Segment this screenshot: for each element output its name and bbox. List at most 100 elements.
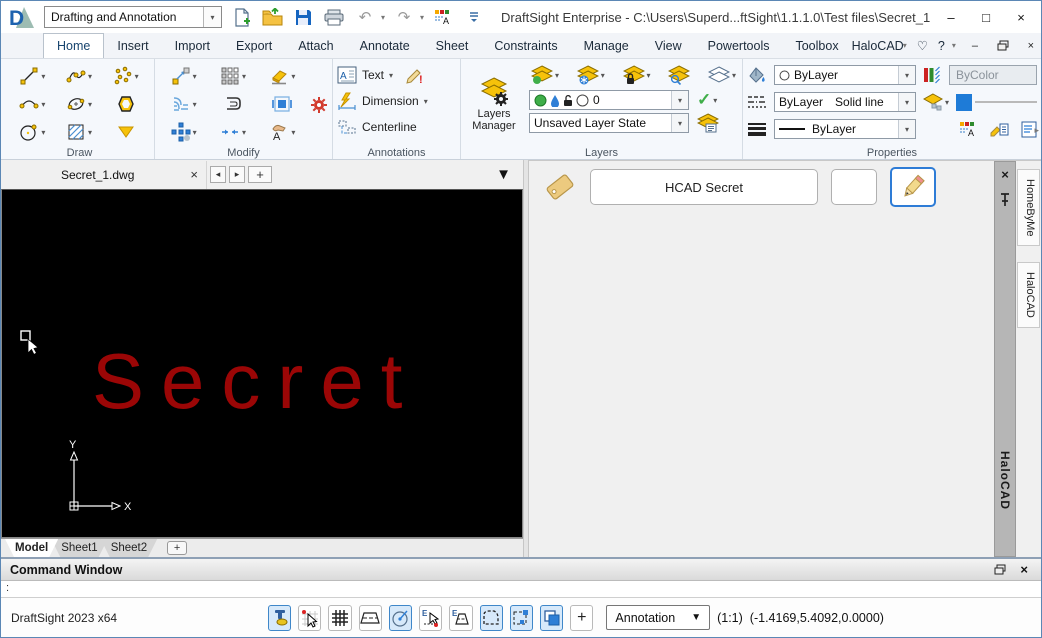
grid-snap-toggle[interactable] — [298, 605, 321, 631]
pattern-button[interactable]: ▾ — [220, 66, 246, 86]
line-weight-combobox[interactable]: ByLayer ▾ — [774, 119, 916, 139]
drawing-canvas[interactable]: Secret Y X — [1, 189, 523, 538]
chevron-down-icon[interactable]: ▾ — [193, 72, 197, 81]
chevron-down-icon[interactable]: ▾ — [389, 71, 393, 80]
tab-scroll-left-button[interactable]: ◂ — [210, 166, 226, 183]
dimension-tool-button[interactable] — [337, 92, 357, 110]
trim-button[interactable]: ▾ — [220, 122, 246, 142]
hatch-button[interactable]: ▾ — [66, 122, 92, 142]
add-sheet-button[interactable]: + — [167, 541, 187, 555]
undo-button[interactable]: ↶ — [353, 5, 377, 29]
chevron-down-icon[interactable]: ▾ — [291, 128, 295, 137]
layer-states-button[interactable]: ▾ — [708, 65, 736, 85]
centerline-tool-button[interactable] — [337, 118, 357, 136]
line-weight-icon[interactable] — [747, 122, 767, 136]
chevron-down-icon[interactable]: ▾ — [88, 128, 92, 137]
hcad-empty-field[interactable] — [831, 169, 877, 205]
fillet-button[interactable]: ▾ — [171, 94, 197, 114]
hcad-classification-field[interactable]: HCAD Secret — [590, 169, 818, 205]
tab-powertools[interactable]: Powertools — [695, 33, 783, 58]
chevron-down-icon[interactable]: ▾ — [671, 91, 688, 109]
tab-annotate[interactable]: Annotate — [347, 33, 423, 58]
chevron-down-icon[interactable]: ▾ — [203, 7, 221, 27]
point-button[interactable]: ▾ — [113, 66, 139, 86]
tab-view[interactable]: View — [642, 33, 695, 58]
layer-tools-button[interactable]: ▾ — [923, 93, 949, 111]
move-button[interactable]: ▾ — [171, 66, 197, 86]
command-input[interactable]: : — [1, 581, 1041, 597]
chevron-down-icon[interactable]: ▾ — [601, 71, 605, 80]
doc-restore-button[interactable] — [994, 37, 1012, 55]
show-grid-toggle[interactable] — [328, 605, 351, 631]
fill-color-icon[interactable] — [747, 66, 767, 84]
line-style-combobox[interactable]: ByLayer Solid line ▾ — [774, 92, 916, 112]
chevron-down-icon[interactable]: ▾ — [713, 96, 717, 105]
active-layer-combobox[interactable]: 0 ▾ — [529, 90, 689, 110]
document-list-dropdown-icon[interactable]: ▼ — [496, 166, 511, 183]
tab-attach[interactable]: Attach — [285, 33, 346, 58]
chevron-down-icon[interactable]: ▾ — [945, 98, 949, 107]
print-button[interactable] — [322, 5, 346, 29]
tab-import[interactable]: Import — [162, 33, 223, 58]
quick-edit-button[interactable] — [989, 121, 1009, 138]
close-icon[interactable]: × — [182, 167, 206, 182]
text-tool-button[interactable]: A — [337, 66, 357, 84]
apply-layer-button[interactable]: ✓ ▾ — [697, 90, 717, 110]
chevron-down-icon[interactable]: ▾ — [898, 120, 915, 138]
tab-homebyme[interactable]: HomeByMe — [1017, 169, 1040, 246]
tab-scroll-right-button[interactable]: ▸ — [229, 166, 245, 183]
chevron-down-icon[interactable]: ▾ — [291, 72, 295, 81]
tab-model[interactable]: Model — [5, 539, 58, 557]
centerline-tool-label[interactable]: Centerline — [362, 120, 417, 134]
entity-snap-toggle[interactable]: E — [419, 605, 442, 631]
selection-effects-toggle[interactable] — [510, 605, 533, 631]
spell-check-button[interactable]: ! — [406, 66, 424, 84]
open-file-button[interactable] — [260, 5, 284, 29]
ellipse-button[interactable]: ▾ — [66, 94, 92, 114]
layers-manager-button[interactable]: Layers Manager — [465, 62, 523, 145]
tab-sheet2[interactable]: Sheet2 — [101, 539, 157, 557]
tab-halocad-side[interactable]: HaloCAD — [1017, 262, 1040, 328]
tab-manage[interactable]: Manage — [571, 33, 642, 58]
erase-button[interactable]: ▾ — [269, 66, 295, 86]
close-command-button[interactable]: × — [1020, 562, 1028, 577]
line-style-icon[interactable] — [747, 95, 767, 109]
panel-close-button[interactable]: × — [1001, 170, 1009, 180]
overlap-entities-toggle[interactable] — [540, 605, 563, 631]
chevron-down-icon[interactable]: ▾ — [647, 71, 651, 80]
chevron-down-icon[interactable]: ▾ — [555, 71, 559, 80]
arc-button[interactable]: ▾ — [19, 94, 45, 114]
float-panel-button[interactable] — [994, 564, 1006, 575]
tab-halocad[interactable]: HaloCAD ▾ — [852, 39, 907, 53]
qat-overflow-button[interactable] — [462, 5, 486, 29]
entity-frames-toggle[interactable] — [480, 605, 503, 631]
redo-button[interactable]: ↷ — [392, 5, 416, 29]
pin-icon[interactable] — [999, 192, 1011, 207]
text-tool-label[interactable]: Text — [362, 68, 384, 82]
polygon-button[interactable] — [116, 94, 136, 114]
color-slider[interactable] — [956, 92, 1037, 112]
rich-line-icon[interactable] — [923, 66, 941, 84]
window-minimize-button[interactable]: – — [937, 5, 965, 29]
explode-button[interactable]: ▾ — [171, 122, 197, 142]
solid-button[interactable] — [116, 122, 136, 142]
ortho-toggle[interactable] — [359, 605, 382, 631]
chevron-down-icon[interactable]: ▾ — [41, 100, 45, 109]
window-maximize-button[interactable]: □ — [972, 5, 1000, 29]
chevron-down-icon[interactable]: ▾ — [41, 128, 45, 137]
polyline-button[interactable]: ▾ — [66, 66, 92, 86]
chevron-down-icon[interactable]: ▾ — [898, 93, 915, 111]
line-button[interactable]: ▾ — [19, 66, 45, 86]
interface-style-button[interactable]: A — [431, 5, 455, 29]
annotation-scale-dropdown[interactable]: Annotation ▼ — [606, 605, 710, 630]
chevron-down-icon[interactable]: ▾ — [242, 72, 246, 81]
tab-toolbox[interactable]: Toolbox — [782, 33, 851, 58]
edit-annotation-button[interactable]: A ▾ — [269, 122, 295, 142]
chevron-down-icon[interactable]: ▾ — [193, 128, 197, 137]
power-trim-button[interactable] — [309, 95, 329, 115]
offset-button[interactable] — [223, 94, 243, 114]
tab-sheet[interactable]: Sheet — [423, 33, 482, 58]
center-mark-button[interactable] — [272, 94, 292, 114]
new-file-button[interactable] — [229, 5, 253, 29]
dimension-tool-label[interactable]: Dimension — [362, 94, 419, 108]
